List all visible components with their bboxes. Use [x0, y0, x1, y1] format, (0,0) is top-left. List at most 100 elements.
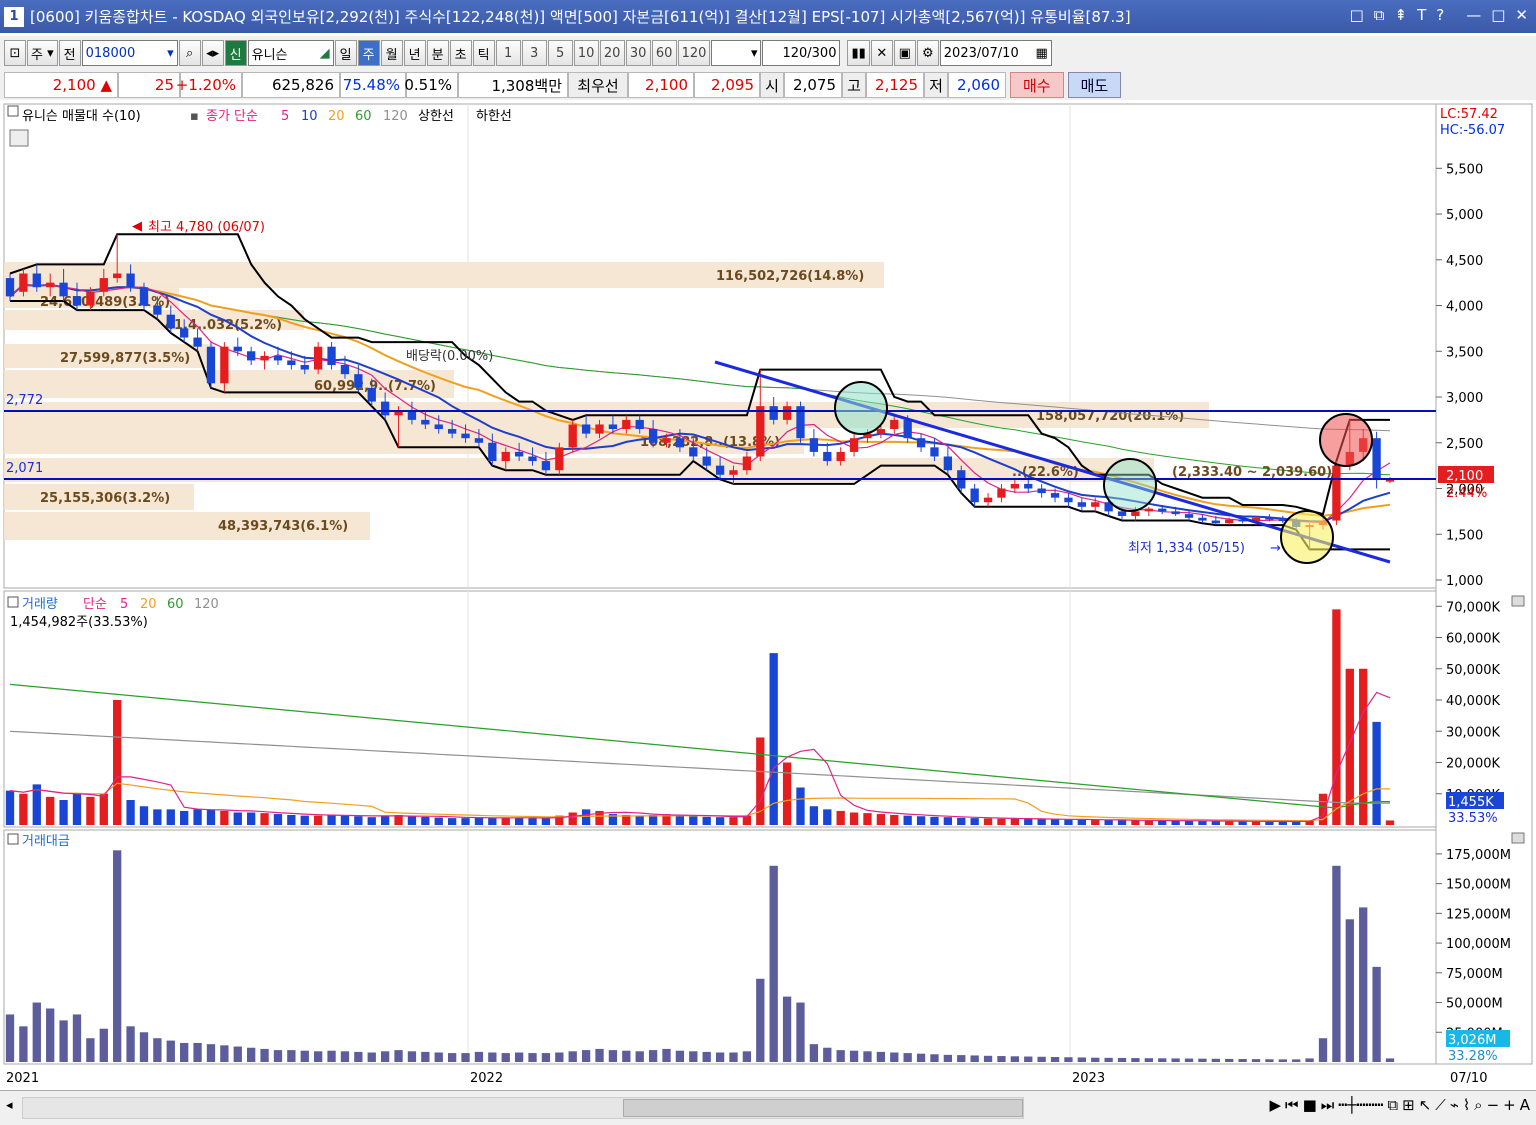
- period-tick[interactable]: 틱: [472, 40, 495, 66]
- crosshair-icon[interactable]: ✕: [870, 40, 893, 66]
- market-select[interactable]: 주 ▾: [27, 40, 58, 66]
- search-icon[interactable]: ⌕: [178, 40, 201, 66]
- bid-cell: 2,095: [694, 72, 760, 98]
- table-icon[interactable]: [9, 129, 29, 147]
- amount-bar: [595, 1048, 604, 1062]
- volume-bar: [300, 815, 309, 825]
- volume-panel-close-icon[interactable]: [1511, 595, 1525, 607]
- close-button[interactable]: ✕: [1515, 6, 1528, 24]
- interval-120[interactable]: 120: [677, 40, 711, 66]
- tool-icon-4[interactable]: ⟋: [1435, 1096, 1446, 1114]
- candle: [206, 346, 216, 384]
- font-icon[interactable]: A: [1520, 1096, 1530, 1114]
- amount-bar: [1104, 1057, 1113, 1062]
- x-label-last: 07/10: [1450, 1071, 1487, 1086]
- interval-5[interactable]: 5: [547, 40, 573, 66]
- play-icon[interactable]: ▶: [1270, 1096, 1282, 1114]
- amount-panel[interactable]: [3, 829, 1437, 1065]
- amount-bar: [1050, 1057, 1060, 1062]
- period-minute[interactable]: 분: [426, 40, 449, 66]
- amount-bar: [970, 1055, 979, 1062]
- calendar-icon[interactable]: ▦: [1035, 46, 1047, 61]
- interval-1[interactable]: 1: [495, 40, 521, 66]
- maximize-button[interactable]: □: [1491, 6, 1505, 24]
- save-icon[interactable]: ▣: [893, 40, 916, 66]
- amount-bar: [300, 1050, 309, 1062]
- tool-icon-1[interactable]: ⧉: [1387, 1096, 1398, 1114]
- candle: [32, 273, 41, 288]
- period-month[interactable]: 월: [380, 40, 403, 66]
- candle: [997, 488, 1006, 498]
- gear-icon[interactable]: ⚙: [916, 40, 939, 66]
- text-icon[interactable]: T: [1417, 6, 1426, 24]
- next-icon[interactable]: ⏭: [1321, 1096, 1335, 1114]
- lc-label: LC:57.42: [1440, 107, 1498, 122]
- zoom-in-icon[interactable]: +: [1503, 1096, 1516, 1114]
- open-cell: 2,075: [784, 72, 842, 98]
- volume-bar: [153, 809, 162, 825]
- date-field[interactable]: 2023/07/10 ▦: [939, 40, 1052, 66]
- window-layout-icon[interactable]: □: [1350, 6, 1364, 24]
- scroll-thumb[interactable]: [623, 1099, 1023, 1117]
- candle: [247, 351, 256, 361]
- amount-bar: [380, 1051, 390, 1062]
- legend-upper: 상한선: [418, 109, 454, 124]
- interval-30[interactable]: 30: [625, 40, 651, 66]
- amount-panel-close-icon[interactable]: [1511, 832, 1525, 844]
- layout-icon[interactable]: ⊡: [4, 40, 26, 66]
- candle: [1332, 465, 1341, 521]
- slider-icon[interactable]: ┅┼┅┅┅: [1338, 1096, 1383, 1114]
- window-index: 1: [4, 6, 24, 27]
- scroll-left-icon[interactable]: ◂: [6, 1098, 13, 1113]
- stop-icon[interactable]: ■: [1303, 1096, 1317, 1114]
- window-cascade-icon[interactable]: ⧉: [1374, 6, 1385, 24]
- first-icon[interactable]: ⏮: [1285, 1096, 1299, 1114]
- candle-type-icon[interactable]: ▮▮: [847, 40, 870, 66]
- tool-icon-2[interactable]: ⊞: [1402, 1096, 1415, 1114]
- annotation-low: 최저 1,334 (05/15): [1128, 541, 1245, 556]
- period-second[interactable]: 초: [449, 40, 472, 66]
- help-icon[interactable]: ?: [1436, 6, 1444, 24]
- volume-bar: [180, 810, 189, 825]
- minimize-button[interactable]: —: [1466, 6, 1481, 24]
- amount-bar: [206, 1044, 216, 1062]
- interval-custom[interactable]: ▾: [711, 40, 762, 66]
- speaker-icon[interactable]: ◂▸: [201, 40, 224, 66]
- amount-bar: [1037, 1056, 1046, 1062]
- amount-bar: [581, 1050, 591, 1062]
- current-price-label: 2,100: [1446, 469, 1483, 484]
- code-input[interactable]: 018000 ▾: [81, 40, 178, 66]
- period-year[interactable]: 년: [403, 40, 426, 66]
- zoom-out-icon[interactable]: −: [1487, 1096, 1500, 1114]
- sell-button[interactable]: 매도: [1067, 72, 1122, 98]
- amount-bar: [715, 1052, 725, 1062]
- candle: [327, 346, 336, 365]
- buy-button[interactable]: 매수: [1010, 72, 1064, 98]
- tool-icon-5[interactable]: ⌁: [1450, 1096, 1459, 1114]
- volume-panel[interactable]: [3, 590, 1437, 828]
- pin-icon[interactable]: ⇞: [1395, 6, 1408, 24]
- interval-10[interactable]: 10: [573, 40, 599, 66]
- period-day[interactable]: 일: [334, 40, 357, 66]
- candle: [970, 488, 979, 503]
- stock-name-field[interactable]: 유니슨 ◢: [247, 40, 334, 66]
- price-tick-label: 4,000: [1446, 300, 1483, 315]
- search-zoom-icon[interactable]: ⌕: [1474, 1096, 1482, 1114]
- interval-20[interactable]: 20: [599, 40, 625, 66]
- amount-bar: [59, 1020, 68, 1062]
- tool-icon-3[interactable]: ↖: [1419, 1096, 1432, 1114]
- interval-3[interactable]: 3: [521, 40, 547, 66]
- volume-bar: [340, 815, 350, 825]
- stock-chart[interactable]: 116,502,726(14.8%)24,670,489(3.1%)41,4..…: [0, 100, 1536, 1090]
- prev-button[interactable]: 전: [58, 40, 81, 66]
- tool-icon-6[interactable]: ⌇: [1463, 1096, 1470, 1114]
- amount-bar: [193, 1042, 202, 1062]
- count-field[interactable]: 120/300: [762, 40, 841, 66]
- volume-bar: [1050, 819, 1060, 825]
- high-cell: 2,125: [866, 72, 924, 98]
- amount-bar: [568, 1051, 577, 1062]
- scroll-track[interactable]: [22, 1097, 1024, 1119]
- candle: [876, 429, 886, 434]
- interval-60[interactable]: 60: [651, 40, 677, 66]
- period-week[interactable]: 주: [357, 40, 380, 66]
